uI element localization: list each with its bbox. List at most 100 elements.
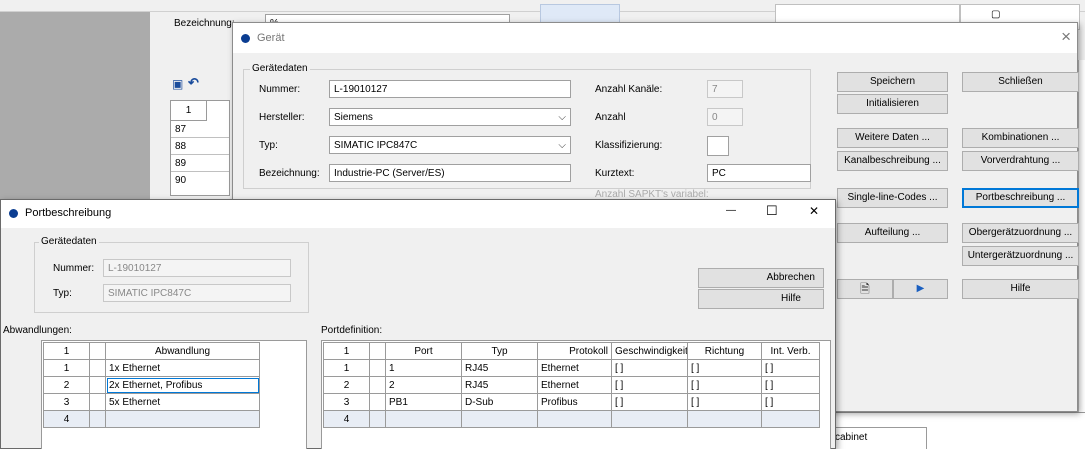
cell[interactable]: 2 (385, 376, 462, 394)
abbrechen-button[interactable]: Abbrechen (698, 268, 824, 288)
column-header[interactable]: Abwandlung (105, 342, 260, 360)
minimize-icon[interactable]: — (726, 205, 736, 216)
vorverdrahtung-button[interactable]: Vorverdrahtung ... (962, 151, 1079, 171)
kurztext-label: Kurztext: (595, 168, 635, 179)
typ-select[interactable]: SIMATIC IPC847C ⌵ (329, 136, 571, 154)
column-header[interactable]: Richtung (687, 342, 762, 360)
cell[interactable]: Ethernet (537, 359, 612, 377)
cell[interactable]: RJ45 (461, 376, 538, 394)
initialisieren-button[interactable]: Initialisieren (837, 94, 948, 114)
port-group-title: Gerätedaten (39, 236, 99, 247)
table-row: 90 (175, 175, 187, 186)
cell[interactable]: RJ45 (461, 359, 538, 377)
bg-right-strip (1078, 60, 1085, 412)
play-button[interactable]: ▶ (893, 279, 948, 299)
report-button[interactable]: 🗎 (837, 279, 893, 299)
bezeichnung-label: Bezeichnung: (259, 168, 320, 179)
cell[interactable] (89, 376, 106, 394)
cell[interactable] (105, 410, 260, 428)
kurztext-field[interactable]: PC (707, 164, 811, 182)
row-number: 3 (323, 393, 370, 411)
cell[interactable]: [ ] (611, 359, 688, 377)
speichern-button[interactable]: Speichern (837, 72, 948, 92)
table-row[interactable]: 1 1x Ethernet (43, 359, 260, 377)
portbeschreibung-button[interactable]: Portbeschreibung ... (962, 188, 1079, 208)
column-header[interactable]: Port (385, 342, 462, 360)
bezeichnung-field[interactable]: Industrie-PC (Server/ES) (329, 164, 571, 182)
cell[interactable] (611, 410, 688, 428)
column-header[interactable] (89, 342, 106, 360)
cell[interactable] (89, 393, 106, 411)
table-row[interactable]: 3 5x Ethernet (43, 393, 260, 411)
single-line-codes-button[interactable]: Single-line-Codes ... (837, 188, 948, 208)
cell[interactable] (369, 393, 386, 411)
portbeschreibung-dialog: Portbeschreibung — ☐ ✕ Gerätedaten Numme… (0, 199, 836, 449)
cell[interactable] (385, 410, 462, 428)
table-row[interactable]: 3 PB1 D-Sub Profibus [ ] [ ] [ ] (323, 393, 820, 411)
anzahl-field: 0 (707, 108, 743, 126)
cell[interactable]: [ ] (761, 393, 820, 411)
cell-editor[interactable]: 2x Ethernet, Profibus (105, 376, 260, 394)
port-geraet-group: Gerätedaten (34, 236, 309, 313)
cell[interactable] (461, 410, 538, 428)
close-icon[interactable]: × (1061, 27, 1071, 47)
kanalbeschreibung-button[interactable]: Kanalbeschreibung ... (837, 151, 948, 171)
port-hilfe-button[interactable]: Hilfe (698, 289, 824, 309)
schliessen-button[interactable]: Schließen (962, 72, 1079, 92)
cell[interactable]: 1x Ethernet (105, 359, 260, 377)
cell[interactable]: PB1 (385, 393, 462, 411)
column-header[interactable]: Protokoll (537, 342, 612, 360)
undo-icon[interactable]: ↶ (188, 75, 199, 91)
cell[interactable]: Profibus (537, 393, 612, 411)
obergeraetzuordnung-button[interactable]: Obergerätzuordnung ... (962, 223, 1079, 243)
maximize-icon[interactable]: ☐ (766, 203, 778, 219)
klassifizierung-checkbox[interactable] (707, 136, 729, 156)
abbrechen-label: Abbrechen (766, 272, 815, 283)
table-row[interactable]: 2 2 RJ45 Ethernet [ ] [ ] [ ] (323, 376, 820, 394)
cell[interactable] (761, 410, 820, 428)
hersteller-select[interactable]: Siemens ⌵ (329, 108, 571, 126)
table-row[interactable]: 4 (323, 410, 820, 428)
cell[interactable] (89, 359, 106, 377)
cell[interactable]: [ ] (761, 359, 820, 377)
app-icon (9, 209, 18, 218)
column-header[interactable]: 1 (43, 342, 90, 360)
cell[interactable]: [ ] (611, 376, 688, 394)
chevron-down-icon: ⌵ (558, 112, 566, 123)
cell[interactable]: [ ] (761, 376, 820, 394)
column-header[interactable]: 1 (323, 342, 370, 360)
column-header[interactable]: Int. Verb. (761, 342, 820, 360)
cell[interactable] (687, 410, 762, 428)
cell[interactable] (369, 410, 386, 428)
untergeraetzuordnung-button[interactable]: Untergerätzuordnung ... (962, 246, 1079, 266)
save-icon[interactable]: ▣ (172, 77, 183, 91)
column-header[interactable]: Geschwindigkeit (611, 342, 688, 360)
bg-checkbox-icon[interactable]: ▢ (991, 9, 1000, 20)
cell[interactable] (537, 410, 612, 428)
hilfe-button[interactable]: Hilfe (962, 279, 1079, 299)
cell[interactable] (369, 359, 386, 377)
close-icon[interactable]: ✕ (809, 204, 819, 218)
kombinationen-button[interactable]: Kombinationen ... (962, 128, 1079, 148)
nummer-field[interactable]: L-19010127 (329, 80, 571, 98)
table-row[interactable]: 1 1 RJ45 Ethernet [ ] [ ] [ ] (323, 359, 820, 377)
cell[interactable]: D-Sub (461, 393, 538, 411)
cell[interactable]: [ ] (687, 359, 762, 377)
aufteilung-button[interactable]: Aufteilung ... (837, 223, 948, 243)
cell[interactable] (369, 376, 386, 394)
weitere-daten-button[interactable]: Weitere Daten ... (837, 128, 948, 148)
cell[interactable]: 1 (385, 359, 462, 377)
cell[interactable]: [ ] (687, 376, 762, 394)
port-titlebar: Portbeschreibung — ☐ ✕ (1, 200, 835, 228)
cell[interactable]: [ ] (687, 393, 762, 411)
cell[interactable]: Ethernet (537, 376, 612, 394)
cell[interactable]: 5x Ethernet (105, 393, 260, 411)
table-row[interactable]: 4 (43, 410, 260, 428)
bg-grid-header: 1 (171, 101, 207, 121)
column-header[interactable]: Typ (461, 342, 538, 360)
cell[interactable]: [ ] (611, 393, 688, 411)
cell[interactable] (89, 410, 106, 428)
table-row[interactable]: 2 2x Ethernet, Profibus (43, 376, 260, 394)
table-row: 89 (171, 155, 229, 172)
column-header[interactable] (369, 342, 386, 360)
